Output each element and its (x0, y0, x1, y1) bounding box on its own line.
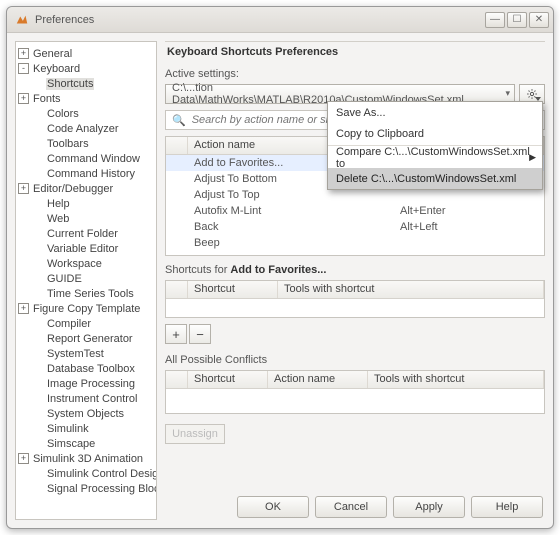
preferences-window: Preferences — ☐ ✕ +General-KeyboardShort… (6, 6, 554, 529)
tree-item[interactable]: Command History (18, 166, 154, 181)
menu-compare[interactable]: Compare C:\...\CustomWindowsSet.xml to ▶ (328, 147, 542, 168)
tree-item[interactable]: Toolbars (18, 136, 154, 151)
tree-item[interactable]: Colors (18, 106, 154, 121)
app-logo-icon (15, 13, 29, 27)
apply-button[interactable]: Apply (393, 496, 465, 518)
shortcuts-table[interactable]: Shortcut Tools with shortcut (165, 280, 545, 318)
tree-item[interactable]: Help (18, 196, 154, 211)
tree-item[interactable]: System Objects (18, 406, 154, 421)
tree-toggle-icon[interactable]: + (18, 183, 29, 194)
tree-toggle-icon[interactable]: + (18, 48, 29, 59)
add-shortcut-button[interactable]: + (165, 324, 187, 344)
category-tree[interactable]: +General-KeyboardShortcuts+FontsColorsCo… (15, 41, 157, 520)
conflicts-label: All Possible Conflicts (165, 354, 545, 366)
gear-dropdown-menu: Save As... Copy to Clipboard Compare C:\… (327, 101, 543, 190)
tree-item[interactable]: Time Series Tools (18, 286, 154, 301)
titlebar: Preferences — ☐ ✕ (7, 7, 553, 33)
tree-item[interactable]: +Editor/Debugger (18, 181, 154, 196)
tree-item[interactable]: GUIDE (18, 271, 154, 286)
maximize-button[interactable]: ☐ (507, 12, 527, 28)
tree-toggle-icon[interactable]: + (18, 303, 29, 314)
tree-item[interactable]: Instrument Control (18, 391, 154, 406)
minimize-button[interactable]: — (485, 12, 505, 28)
tree-toggle-icon[interactable]: + (18, 453, 29, 464)
pane-title: Keyboard Shortcuts Preferences (165, 42, 545, 68)
tree-item[interactable]: Variable Editor (18, 241, 154, 256)
menu-delete[interactable]: Delete C:\...\CustomWindowsSet.xml (328, 168, 542, 189)
action-row[interactable]: Beep (166, 235, 544, 251)
menu-copy-clipboard[interactable]: Copy to Clipboard (328, 123, 542, 144)
close-button[interactable]: ✕ (529, 12, 549, 28)
tree-item[interactable]: Simscape (18, 436, 154, 451)
tree-item[interactable]: Report Generator (18, 331, 154, 346)
remove-shortcut-button[interactable]: − (189, 324, 211, 344)
tree-item[interactable]: Web (18, 211, 154, 226)
tree-item[interactable]: Database Toolbox (18, 361, 154, 376)
chevron-down-icon: ▾ (505, 88, 510, 99)
tree-item[interactable]: Simulink (18, 421, 154, 436)
tree-item[interactable]: +General (18, 46, 154, 61)
dialog-buttons: OK Cancel Apply Help (237, 496, 543, 518)
tree-item[interactable]: +Simulink 3D Animation (18, 451, 154, 466)
menu-save-as[interactable]: Save As... (328, 102, 542, 123)
unassign-button: Unassign (165, 424, 225, 444)
tree-toggle-icon[interactable]: + (18, 93, 29, 104)
tree-item[interactable]: Signal Processing Blockset (18, 481, 154, 496)
tree-item[interactable]: Workspace (18, 256, 154, 271)
search-icon: 🔍 (172, 114, 186, 127)
ok-button[interactable]: OK (237, 496, 309, 518)
tree-toggle-icon[interactable]: - (18, 63, 29, 74)
tree-item[interactable]: Code Analyzer (18, 121, 154, 136)
help-button[interactable]: Help (471, 496, 543, 518)
tree-item[interactable]: -Keyboard (18, 61, 154, 76)
tree-item[interactable]: Image Processing (18, 376, 154, 391)
tree-item[interactable]: Simulink Control Design (18, 466, 154, 481)
submenu-arrow-icon: ▶ (529, 152, 536, 163)
action-row[interactable]: Autofix M-LintAlt+Enter (166, 203, 544, 219)
tree-item[interactable]: SystemTest (18, 346, 154, 361)
tree-item[interactable]: Current Folder (18, 226, 154, 241)
conflicts-table[interactable]: Shortcut Action name Tools with shortcut (165, 370, 545, 414)
tree-item[interactable]: +Figure Copy Template (18, 301, 154, 316)
action-row[interactable]: BackAlt+Left (166, 219, 544, 235)
window-title: Preferences (35, 14, 94, 26)
cancel-button[interactable]: Cancel (315, 496, 387, 518)
shortcuts-for-label: Shortcuts for Add to Favorites... (165, 264, 545, 276)
tree-item[interactable]: Command Window (18, 151, 154, 166)
tree-item[interactable]: Shortcuts (18, 76, 154, 91)
tree-item[interactable]: Compiler (18, 316, 154, 331)
tree-item[interactable]: +Fonts (18, 91, 154, 106)
